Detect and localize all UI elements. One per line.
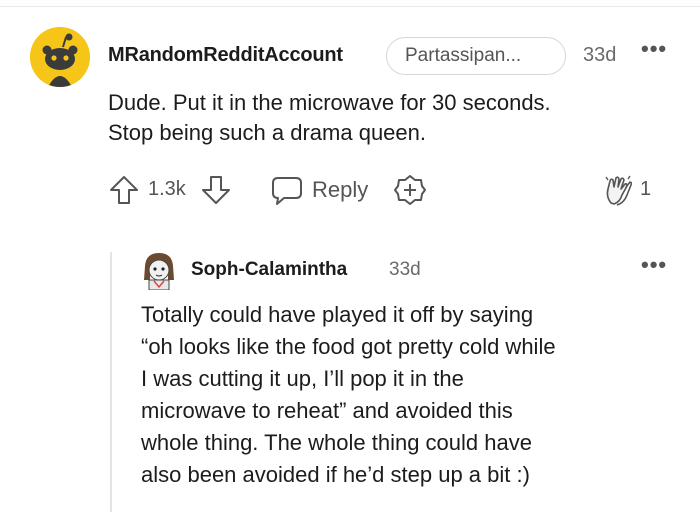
reply-body-line: Totally could have played it off by sayi… xyxy=(141,302,534,327)
reply-bubble-icon[interactable] xyxy=(270,172,304,208)
reply-username[interactable]: Soph-Calamintha xyxy=(191,259,347,281)
cartoon-avatar-icon xyxy=(140,250,178,290)
user-avatar[interactable] xyxy=(30,27,90,87)
downvote-arrow-icon[interactable] xyxy=(200,172,232,208)
comment-timestamp[interactable]: 33d xyxy=(583,44,616,67)
comment-body: Dude. Put it in the microwave for 30 sec… xyxy=(108,88,688,148)
comment-action-bar: 1.3k Reply 1 xyxy=(108,172,688,208)
comment-body-line: Dude. Put it in the microwave for 30 sec… xyxy=(108,90,551,115)
top-divider xyxy=(0,6,700,7)
reply-body-line: I was cutting it up, I’ll pop it in the xyxy=(141,366,464,391)
more-options-icon[interactable]: ••• xyxy=(641,36,667,62)
award-count: 1 xyxy=(640,178,652,200)
reply-user-avatar[interactable] xyxy=(140,250,178,290)
reply-body-line: “oh looks like the food got pretty cold … xyxy=(141,334,556,359)
reply-timestamp[interactable]: 33d xyxy=(389,259,421,281)
add-award-icon[interactable] xyxy=(394,172,426,208)
reply-body-line: microwave to reheat” and avoided this xyxy=(141,398,513,423)
reply-body-line: also been avoided if he’d step up a bit … xyxy=(141,462,530,487)
comment-body-line: Stop being such a drama queen. xyxy=(108,120,427,145)
more-options-icon[interactable]: ••• xyxy=(641,252,667,278)
reply-button[interactable]: Reply xyxy=(312,177,368,203)
thread-line[interactable] xyxy=(110,252,112,512)
reply-body: Totally could have played it off by sayi… xyxy=(141,299,691,491)
user-flair: Partassipan... xyxy=(386,37,566,75)
vote-score: 1.3k xyxy=(148,178,186,200)
clapping-hands-award-icon[interactable] xyxy=(602,172,636,208)
comment-username[interactable]: MRandomRedditAccount xyxy=(108,44,343,67)
reply-body-line: whole thing. The whole thing could have xyxy=(141,430,532,455)
upvote-arrow-icon[interactable] xyxy=(108,172,140,208)
snoo-avatar-icon xyxy=(30,27,90,87)
